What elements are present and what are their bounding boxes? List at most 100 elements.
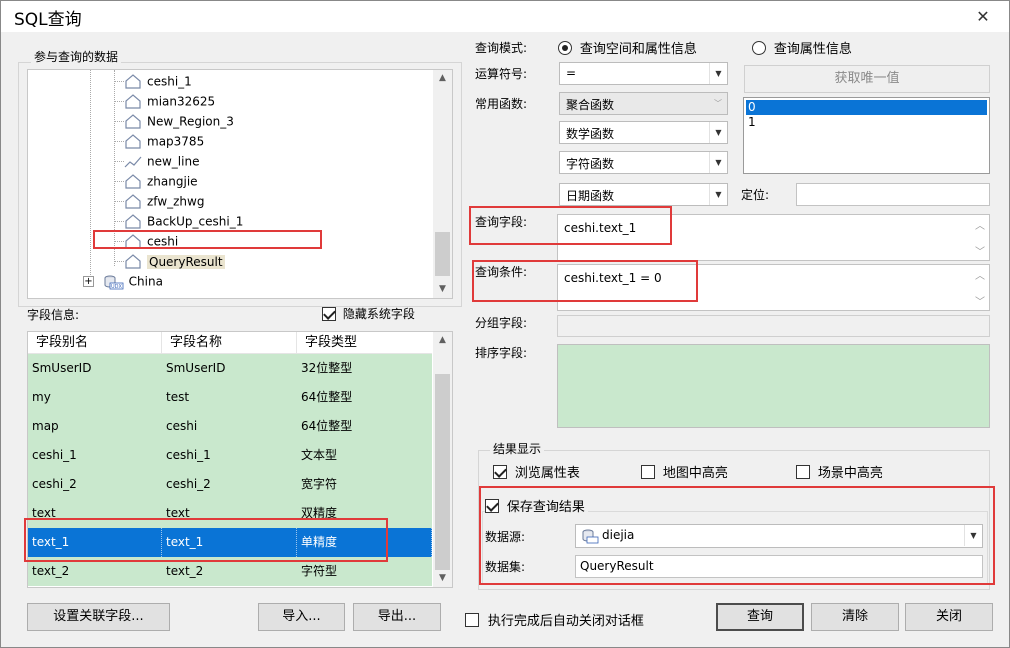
relate-fields-button[interactable]: 设置关联字段...	[27, 603, 170, 631]
table-scrollbar[interactable]: ▲ ▼	[433, 332, 452, 587]
scroll-down-icon[interactable]: ▼	[433, 281, 452, 297]
tree-item[interactable]: QueryResult	[124, 251, 225, 271]
query-mode-spatial-radio[interactable]: 查询空间和属性信息	[558, 38, 697, 57]
operator-select[interactable]: = ▼	[559, 62, 728, 85]
table-row[interactable]: map ceshi 64位整型	[28, 412, 432, 441]
checkbox-icon[interactable]	[322, 306, 336, 321]
string-function-select[interactable]: 字符函数 ▼	[559, 151, 728, 174]
expand-icon[interactable]: +	[83, 276, 94, 287]
hide-system-fields-checkbox[interactable]: 隐藏系统字段	[322, 305, 415, 322]
scroll-up-icon[interactable]: ▲	[433, 70, 452, 86]
export-button[interactable]: 导出...	[353, 603, 441, 631]
close-icon[interactable]: ✕	[968, 6, 998, 28]
table-cell: 文本型	[301, 448, 338, 462]
table-row[interactable]: SmUserID SmUserID 32位整型	[28, 354, 432, 383]
svg-text:UDX: UDX	[111, 284, 123, 290]
operator-label: 运算符号:	[475, 67, 528, 81]
region-dataset-icon	[124, 173, 142, 190]
field-table[interactable]: 字段别名 字段名称 字段类型 SmUserID SmUserID 32位整型 my te…	[27, 331, 453, 588]
dataset-tree[interactable]: ceshi_1 mian32625 New_Region_3 map3785 new_l…	[27, 69, 453, 299]
tree-item[interactable]: ceshi	[124, 231, 178, 251]
table-row[interactable]: text_1 text_1 单精度	[28, 528, 432, 557]
udbx-datasource-icon: UDX	[102, 274, 124, 290]
column-header-type[interactable]: 字段类型	[297, 332, 432, 354]
chevron-down-icon[interactable]: ▼	[964, 525, 982, 546]
checkbox-icon[interactable]	[796, 464, 810, 479]
sort-field-area[interactable]	[557, 344, 990, 428]
datasource-value: diejia	[602, 528, 635, 542]
tree-item[interactable]: BackUp_ceshi_1	[124, 211, 243, 231]
region-dataset-icon	[124, 213, 142, 230]
radio-icon[interactable]	[558, 40, 572, 55]
table-cell: text_2	[166, 564, 204, 578]
aggregate-function-select[interactable]: 聚合函数 ﹀	[559, 92, 728, 115]
query-button[interactable]: 查询	[716, 603, 804, 631]
browse-attr-checkbox[interactable]: 浏览属性表	[493, 462, 580, 481]
table-row[interactable]: my test 64位整型	[28, 383, 432, 412]
tree-item-label: QueryResult	[147, 254, 225, 269]
scroll-down-icon[interactable]: ﹀	[975, 293, 985, 308]
checkbox-icon[interactable]	[485, 498, 499, 513]
scroll-up-icon[interactable]: ▲	[433, 332, 452, 348]
scroll-thumb[interactable]	[435, 374, 450, 570]
table-row[interactable]: text_2 text_2 字符型	[28, 557, 432, 586]
save-result-checkbox[interactable]: 保存查询结果	[485, 496, 588, 515]
tree-item[interactable]: zfw_zhwg	[124, 191, 204, 211]
import-button[interactable]: 导入...	[258, 603, 345, 631]
tree-item[interactable]: zhangjie	[124, 171, 198, 191]
column-header-name[interactable]: 字段名称	[162, 332, 297, 354]
list-item[interactable]: 1	[746, 115, 987, 130]
math-function-value: 数学函数	[566, 127, 615, 141]
chevron-down-icon[interactable]: ▼	[709, 152, 727, 173]
get-unique-values-button[interactable]: 获取唯一值	[744, 65, 990, 93]
tree-branch-line	[114, 161, 124, 162]
map-highlight-checkbox[interactable]: 地图中高亮	[641, 462, 728, 481]
column-header-alias[interactable]: 字段别名	[28, 332, 162, 354]
datasource-select[interactable]: diejia ▼	[575, 524, 983, 548]
chevron-down-icon[interactable]: ﹀	[709, 93, 727, 114]
scroll-down-icon[interactable]: ﹀	[975, 243, 985, 258]
close-button[interactable]: 关闭	[905, 603, 993, 631]
tree-item[interactable]: new_line	[124, 151, 199, 171]
tree-branch-line	[90, 70, 91, 285]
tree-scrollbar[interactable]: ▲ ▼	[433, 70, 452, 298]
query-condition-input[interactable]: ceshi.text_1 = 0 ︿ ﹀	[557, 264, 990, 311]
table-row[interactable]: ceshi_2 ceshi_2 宽字符	[28, 470, 432, 499]
tree-datasource-china[interactable]: + UDX China	[83, 271, 163, 291]
tree-item[interactable]: New_Region_3	[124, 111, 234, 131]
query-mode-attr-radio[interactable]: 查询属性信息	[752, 38, 852, 57]
chevron-down-icon[interactable]: ▼	[709, 122, 727, 143]
table-row[interactable]: ceshi_1 ceshi_1 文本型	[28, 441, 432, 470]
table-cell: ceshi	[166, 419, 198, 433]
tree-branch-line	[114, 70, 115, 266]
checkbox-icon[interactable]	[493, 464, 507, 479]
group-field-input[interactable]	[557, 315, 990, 337]
scroll-up-icon[interactable]: ︿	[975, 267, 985, 282]
dataset-value: QueryResult	[580, 559, 654, 573]
chevron-down-icon[interactable]: ▼	[709, 184, 727, 205]
clear-button[interactable]: 清除	[811, 603, 899, 631]
scroll-down-icon[interactable]: ▼	[433, 570, 452, 586]
query-field-input[interactable]: ceshi.text_1 ︿ ﹀	[557, 214, 990, 261]
tree-item[interactable]: mian32625	[124, 91, 215, 111]
checkbox-icon[interactable]	[465, 612, 479, 627]
scroll-up-icon[interactable]: ︿	[975, 217, 985, 232]
tree-item-label: zhangjie	[147, 174, 198, 189]
date-function-select[interactable]: 日期函数 ▼	[559, 183, 728, 206]
math-function-select[interactable]: 数学函数 ▼	[559, 121, 728, 144]
aggregate-function-value: 聚合函数	[566, 98, 615, 112]
dataset-input[interactable]: QueryResult	[575, 555, 983, 578]
table-row[interactable]: text text 双精度	[28, 499, 432, 528]
scroll-thumb[interactable]	[435, 232, 450, 276]
checkbox-icon[interactable]	[641, 464, 655, 479]
tree-item[interactable]: ceshi_1	[124, 71, 192, 91]
list-item[interactable]: 0	[746, 100, 987, 115]
radio-icon[interactable]	[752, 40, 766, 55]
chevron-down-icon[interactable]: ▼	[709, 63, 727, 84]
auto-close-checkbox[interactable]: 执行完成后自动关闭对话框	[465, 610, 644, 629]
tree-item[interactable]: map3785	[124, 131, 204, 151]
scene-highlight-checkbox[interactable]: 场景中高亮	[796, 462, 883, 481]
unique-values-list[interactable]: 01	[743, 97, 990, 174]
scene-highlight-label: 场景中高亮	[817, 466, 883, 481]
locate-input[interactable]	[796, 183, 990, 206]
